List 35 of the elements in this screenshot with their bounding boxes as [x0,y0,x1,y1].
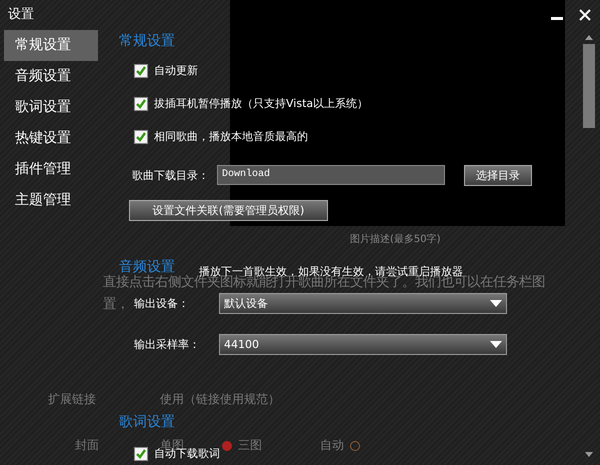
ghost-caption: 图片描述(最多50字) [350,234,441,246]
sidebar-item[interactable]: 插件管理 [4,154,98,185]
field-label: 输出采样率： [134,337,201,352]
ghost-label: 扩展链接 [48,393,96,406]
checkbox[interactable] [134,130,148,144]
ghost-text: 使用（链接使用规范） [160,393,280,406]
sidebar-item[interactable]: 热键设置 [4,123,98,154]
file-association-button[interactable]: 设置文件关联(需要管理员权限) [129,200,328,220]
path-field[interactable]: Download [217,165,445,185]
section-heading: 音频设置 [119,258,175,275]
ghost-option: 三图 [238,439,262,452]
caret-icon [490,341,502,348]
sidebar-item[interactable]: 歌词设置 [4,92,98,123]
checkbox[interactable] [134,446,148,460]
checkbox[interactable] [134,96,148,110]
window-title: 设置 [8,6,34,23]
ghost-label: 封面 [75,439,99,452]
caret-icon [490,300,502,307]
field-label: 输出设备： [134,296,190,311]
choose-folder-button[interactable]: 选择目录 [464,164,532,186]
ghost-text: 置， [103,297,129,313]
ghost-option: 自动 [320,439,344,452]
sidebar-item[interactable]: 音频设置 [4,61,98,92]
checkbox-label: 相同歌曲，播放本地音质最高的 [154,129,308,144]
checkbox-label: 拔插耳机暂停播放（只支持Vista以上系统） [154,96,368,111]
checkbox[interactable] [134,64,148,78]
section-heading: 常规设置 [119,32,175,50]
section-heading: 歌词设置 [119,413,175,431]
dropdown[interactable]: 44100 [219,334,507,355]
sidebar-item[interactable]: 主题管理 [4,185,98,216]
field-label: 歌曲下载目录： [132,168,210,182]
sidebar-item[interactable]: 常规设置 [4,30,98,61]
checkbox-label: 自动更新 [154,63,198,78]
dropdown[interactable]: 默认设备 [219,293,507,314]
close-icon[interactable] [578,8,592,22]
